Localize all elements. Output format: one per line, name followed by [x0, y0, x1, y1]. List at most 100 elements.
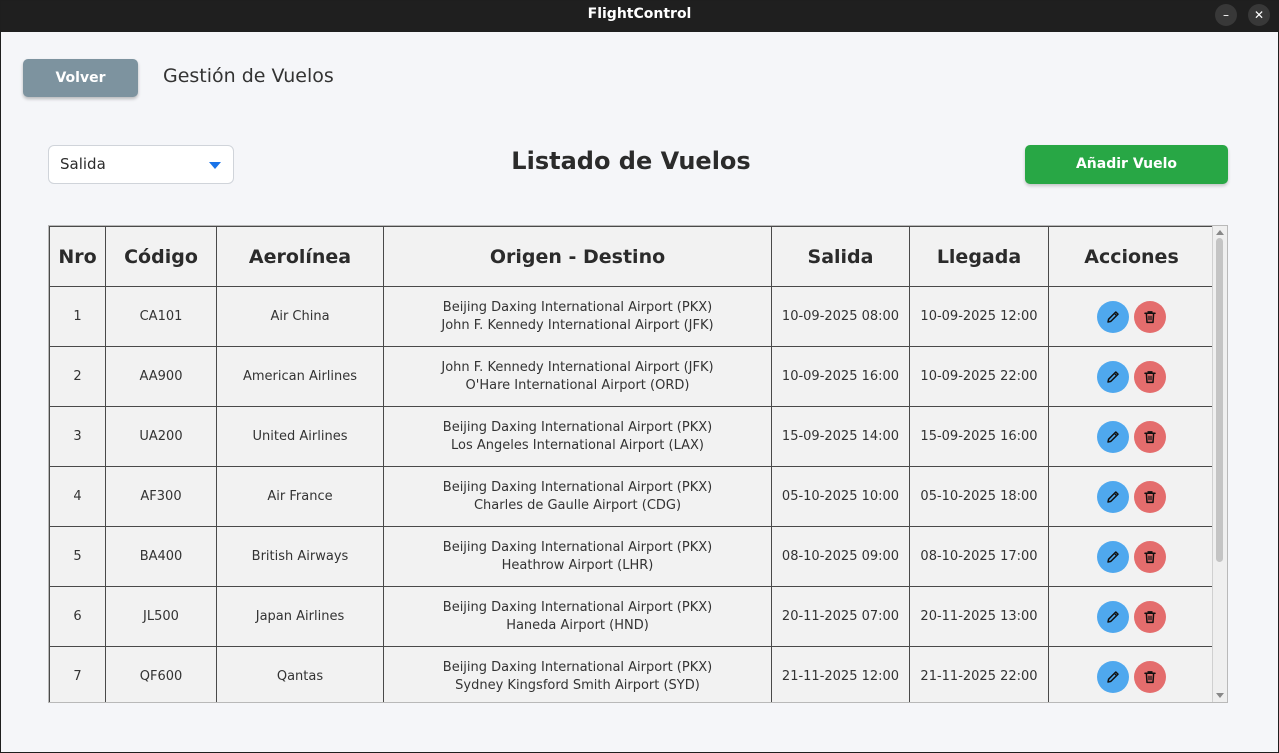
edit-flight-button[interactable]: [1097, 300, 1129, 333]
back-button[interactable]: Volver: [23, 59, 138, 97]
cell-route: Beijing Daxing International Airport (PK…: [383, 406, 772, 467]
cell-departure: 15-09-2025 14:00: [771, 406, 910, 467]
cell-code: CA101: [105, 286, 217, 347]
column-header-actions: Acciones: [1048, 226, 1215, 287]
cell-airline: British Airways: [216, 526, 384, 587]
cell-code: BA400: [105, 526, 217, 587]
cell-departure: 10-09-2025 16:00: [771, 346, 910, 407]
cell-departure: 21-11-2025 12:00: [771, 646, 910, 702]
cell-airline: Japan Airlines: [216, 586, 384, 647]
flights-table-container: Nro Código Aerolínea Origen - Destino Sa…: [48, 225, 1228, 703]
delete-flight-button[interactable]: [1134, 600, 1166, 633]
route-destination: Heathrow Airport (LHR): [501, 557, 654, 573]
column-header-airline: Aerolínea: [216, 226, 384, 287]
cell-actions: [1048, 406, 1215, 467]
cell-code: QF600: [105, 646, 217, 702]
cell-route: John F. Kennedy International Airport (J…: [383, 346, 772, 407]
cell-airline: Air China: [216, 286, 384, 347]
scroll-up-arrow-icon[interactable]: [1216, 230, 1224, 235]
cell-departure: 20-11-2025 07:00: [771, 586, 910, 647]
edit-flight-button[interactable]: [1097, 480, 1129, 513]
delete-flight-button[interactable]: [1134, 480, 1166, 513]
edit-flight-button[interactable]: [1097, 600, 1129, 633]
edit-flight-button[interactable]: [1097, 540, 1129, 573]
route-origin: Beijing Daxing International Airport (PK…: [442, 479, 713, 495]
cell-arrival: 05-10-2025 18:00: [909, 466, 1049, 527]
column-header-departure: Salida: [771, 226, 910, 287]
cell-departure: 10-09-2025 08:00: [771, 286, 910, 347]
cell-actions: [1048, 466, 1215, 527]
trash-icon: [1144, 370, 1156, 383]
trash-icon: [1144, 610, 1156, 623]
cell-route: Beijing Daxing International Airport (PK…: [383, 646, 772, 702]
pencil-icon: [1107, 670, 1119, 683]
cell-code: AA900: [105, 346, 217, 407]
route-origin: Beijing Daxing International Airport (PK…: [442, 299, 713, 315]
cell-nro: 4: [49, 466, 106, 527]
cell-route: Beijing Daxing International Airport (PK…: [383, 586, 772, 647]
cell-arrival: 10-09-2025 22:00: [909, 346, 1049, 407]
delete-flight-button[interactable]: [1134, 540, 1166, 573]
scrollbar-thumb[interactable]: [1216, 238, 1223, 562]
cell-nro: 6: [49, 586, 106, 647]
column-header-code: Código: [105, 226, 217, 287]
cell-nro: 1: [49, 286, 106, 347]
column-header-nro: Nro: [49, 226, 106, 287]
delete-flight-button[interactable]: [1134, 660, 1166, 693]
row-actions: [1097, 480, 1166, 513]
table-row: 6 JL500 Japan Airlines Beijing Daxing In…: [49, 586, 1215, 647]
cell-arrival: 15-09-2025 16:00: [909, 406, 1049, 467]
row-actions: [1097, 540, 1166, 573]
scroll-down-arrow-icon[interactable]: [1216, 693, 1224, 698]
cell-arrival: 10-09-2025 12:00: [909, 286, 1049, 347]
column-header-arrival: Llegada: [909, 226, 1049, 287]
edit-flight-button[interactable]: [1097, 660, 1129, 693]
pencil-icon: [1107, 550, 1119, 563]
cell-nro: 3: [49, 406, 106, 467]
table-row: 2 AA900 American Airlines John F. Kenned…: [49, 346, 1215, 407]
route-origin: Beijing Daxing International Airport (PK…: [442, 539, 713, 555]
route-destination: Charles de Gaulle Airport (CDG): [473, 497, 682, 513]
delete-flight-button[interactable]: [1134, 360, 1166, 393]
delete-flight-button[interactable]: [1134, 420, 1166, 453]
close-window-button[interactable]: ✕: [1248, 4, 1270, 26]
cell-route: Beijing Daxing International Airport (PK…: [383, 526, 772, 587]
cell-nro: 5: [49, 526, 106, 587]
table-row: 4 AF300 Air France Beijing Daxing Intern…: [49, 466, 1215, 527]
list-title: Listado de Vuelos: [511, 147, 751, 175]
cell-code: UA200: [105, 406, 217, 467]
table-header-row: Nro Código Aerolínea Origen - Destino Sa…: [49, 226, 1215, 287]
pencil-icon: [1107, 610, 1119, 623]
cell-arrival: 21-11-2025 22:00: [909, 646, 1049, 702]
cell-route: Beijing Daxing International Airport (PK…: [383, 466, 772, 527]
row-actions: [1097, 600, 1166, 633]
minimize-button[interactable]: –: [1215, 4, 1237, 26]
cell-code: JL500: [105, 586, 217, 647]
add-flight-button[interactable]: Añadir Vuelo: [1025, 145, 1228, 184]
app-window: FlightControl – ✕ Volver Gestión de Vuel…: [0, 0, 1279, 753]
chevron-down-icon: [209, 162, 221, 169]
route-origin: Beijing Daxing International Airport (PK…: [442, 659, 713, 675]
table-row: 3 UA200 United Airlines Beijing Daxing I…: [49, 406, 1215, 467]
table-row: 1 CA101 Air China Beijing Daxing Interna…: [49, 286, 1215, 347]
trash-icon: [1144, 430, 1156, 443]
row-actions: [1097, 660, 1166, 693]
edit-flight-button[interactable]: [1097, 420, 1129, 453]
cell-departure: 08-10-2025 09:00: [771, 526, 910, 587]
trash-icon: [1144, 550, 1156, 563]
trash-icon: [1144, 670, 1156, 683]
delete-flight-button[interactable]: [1134, 300, 1166, 333]
filter-dropdown[interactable]: Salida: [48, 145, 234, 184]
cell-arrival: 20-11-2025 13:00: [909, 586, 1049, 647]
edit-flight-button[interactable]: [1097, 360, 1129, 393]
cell-airline: American Airlines: [216, 346, 384, 407]
column-header-route: Origen - Destino: [383, 226, 772, 287]
title-bar: FlightControl – ✕: [1, 1, 1278, 32]
route-destination: Haneda Airport (HND): [506, 617, 649, 633]
row-actions: [1097, 420, 1166, 453]
pencil-icon: [1107, 370, 1119, 383]
table-scrollbar[interactable]: [1212, 226, 1227, 702]
cell-route: Beijing Daxing International Airport (PK…: [383, 286, 772, 347]
cell-arrival: 08-10-2025 17:00: [909, 526, 1049, 587]
row-actions: [1097, 300, 1166, 333]
